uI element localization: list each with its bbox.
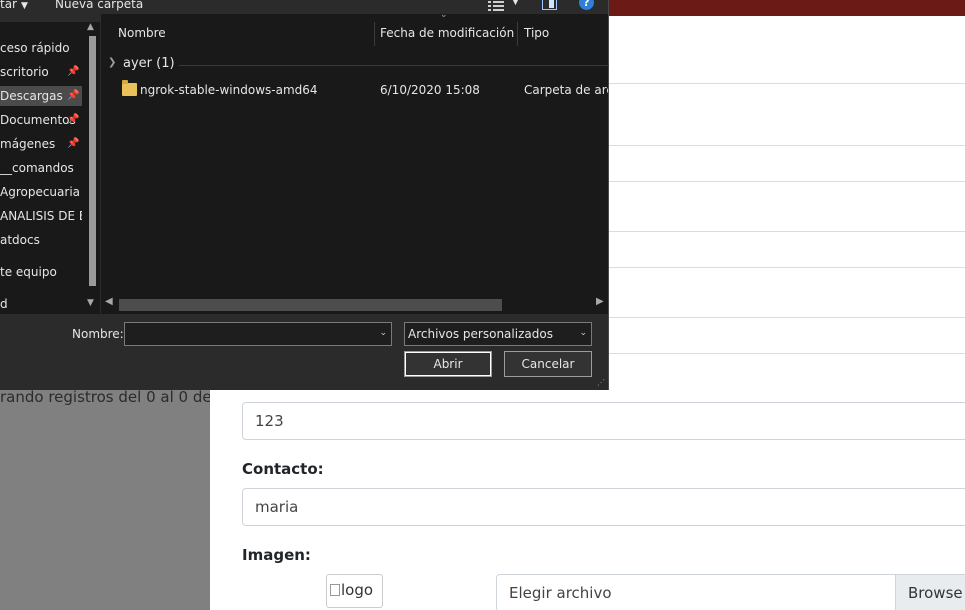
nav-item-label: ANALISIS DE EST — [0, 209, 82, 223]
logo-image: logo — [326, 574, 383, 608]
file-type-filter-select[interactable]: Archivos personalizados ⌄ — [404, 322, 592, 346]
nav-item-label: atdocs — [0, 233, 40, 247]
nav-item-analisis[interactable]: ANALISIS DE EST — [0, 206, 82, 226]
nav-item-downloads[interactable]: Descargas 📌 — [0, 86, 82, 106]
caret-down-icon: ▼ — [21, 1, 28, 11]
caret-down-icon: ▼ — [512, 0, 519, 7]
nav-scroll-thumb[interactable] — [89, 36, 96, 286]
nav-item-label: Descargas — [0, 89, 63, 103]
horizontal-scroll-thumb[interactable] — [119, 299, 502, 311]
horizontal-scrollbar[interactable]: ◀ ▶ — [101, 296, 608, 313]
broken-image-icon — [330, 584, 340, 596]
code-field[interactable]: 123 — [242, 402, 965, 440]
file-row[interactable]: ngrok-stable-windows-amd64 6/10/2020 15:… — [101, 80, 608, 102]
records-info-text: rando registros del 0 al 0 de u — [0, 388, 226, 406]
open-button[interactable]: Abrir — [404, 351, 492, 377]
pin-icon: 📌 — [67, 114, 80, 125]
contact-label: Contacto: — [242, 460, 324, 478]
file-list-pane: ⌄ Nombre Fecha de modificación Tipo ❯ ay… — [101, 10, 609, 314]
scroll-down-icon[interactable]: ▼ — [87, 298, 94, 308]
nav-item-label: __comandos — [0, 161, 74, 175]
organize-label: tar — [0, 0, 17, 11]
nav-item-label: te equipo — [0, 265, 57, 279]
nav-item-this-pc[interactable]: te equipo — [0, 262, 82, 282]
navigation-pane: ceso rápido scritorio 📌 Descargas 📌 Docume… — [0, 22, 100, 314]
dialog-toolbar: tar ▼ Nueva carpeta ▼ ? — [0, 0, 608, 14]
nav-item-desktop[interactable]: scritorio 📌 — [0, 62, 82, 82]
file-name: ngrok-stable-windows-amd64 — [140, 83, 318, 97]
scroll-up-icon[interactable]: ▲ — [87, 22, 94, 32]
pin-icon: 📌 — [67, 66, 80, 77]
image-label: Imagen: — [242, 546, 311, 564]
new-folder-button[interactable]: Nueva carpeta — [55, 0, 143, 11]
group-header[interactable]: ayer (1) — [123, 56, 175, 71]
file-type-filter-value: Archivos personalizados — [408, 327, 553, 341]
view-options-button[interactable]: ▼ — [488, 0, 519, 14]
nav-item-pictures[interactable]: mágenes 📌 — [0, 134, 82, 154]
file-open-dialog: tar ▼ Nueva carpeta ▼ ? ceso rápido scrit… — [0, 0, 609, 390]
pin-icon: 📌 — [67, 90, 80, 101]
cancel-button[interactable]: Cancelar — [504, 351, 592, 377]
browse-button[interactable]: Browse — [895, 574, 965, 610]
chevron-down-icon[interactable]: ⌄ — [379, 328, 387, 338]
file-type: Carpeta de archivos — [524, 83, 608, 97]
nav-item-label: ceso rápido — [0, 41, 70, 55]
scroll-right-icon[interactable]: ▶ — [596, 296, 604, 307]
nav-item-quick-access[interactable]: ceso rápido — [0, 38, 82, 58]
nav-item-label: mágenes — [0, 137, 56, 151]
nav-item-label: d — [0, 297, 8, 311]
nav-item-atdocs[interactable]: atdocs — [0, 230, 82, 250]
column-header-type[interactable]: Tipo — [507, 14, 608, 50]
group-divider — [179, 65, 609, 66]
nav-item-comandos[interactable]: __comandos — [0, 158, 82, 178]
column-header-name[interactable]: Nombre — [101, 14, 374, 50]
dialog-footer: Nombre: ⌄ Archivos personalizados ⌄ Abri… — [0, 314, 608, 390]
collapse-group-icon[interactable]: ❯ — [108, 57, 116, 68]
nav-item-documents[interactable]: Documentos 📌 — [0, 110, 82, 130]
details-view-icon — [488, 1, 504, 11]
nav-item-label: Agropecuaria — [0, 185, 81, 199]
preview-pane-icon[interactable] — [542, 0, 557, 10]
scroll-left-icon[interactable]: ◀ — [105, 296, 113, 307]
nav-item-network[interactable]: d — [0, 294, 82, 314]
file-modified: 6/10/2020 15:08 — [380, 83, 480, 97]
nav-item-label: Documentos — [0, 113, 76, 127]
filename-input[interactable]: ⌄ — [124, 322, 392, 346]
nav-item-label: scritorio — [0, 65, 49, 79]
contact-field[interactable]: maria — [242, 488, 965, 526]
help-icon[interactable]: ? — [579, 0, 594, 10]
nav-scrollbar[interactable]: ▲ ▼ — [84, 22, 100, 314]
folder-icon — [122, 80, 137, 96]
pin-icon: 📌 — [67, 138, 80, 149]
column-header-modified[interactable]: Fecha de modificación — [363, 14, 517, 50]
filename-label: Nombre: — [72, 327, 124, 341]
nav-item-agropecuaria[interactable]: Agropecuaria — [0, 182, 82, 202]
chevron-down-icon: ⌄ — [579, 328, 587, 338]
resize-grip-icon[interactable]: ⋰ — [597, 378, 605, 387]
organize-menu-button[interactable]: tar ▼ — [0, 0, 28, 11]
logo-alt-text: logo — [341, 581, 374, 599]
